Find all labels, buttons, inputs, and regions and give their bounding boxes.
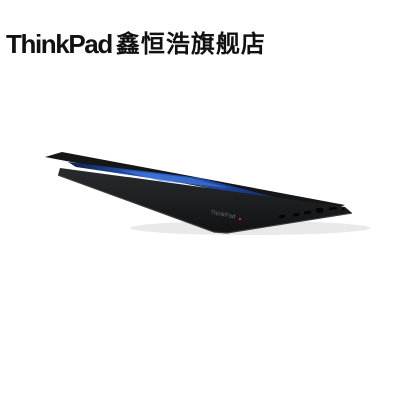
port-1	[279, 214, 286, 219]
port-audio	[341, 207, 345, 211]
laptop-product-photo: ThinkPad	[45, 152, 370, 235]
port-ethernet	[315, 207, 324, 214]
port-2	[293, 212, 300, 217]
lid-logo-dot	[238, 217, 242, 221]
